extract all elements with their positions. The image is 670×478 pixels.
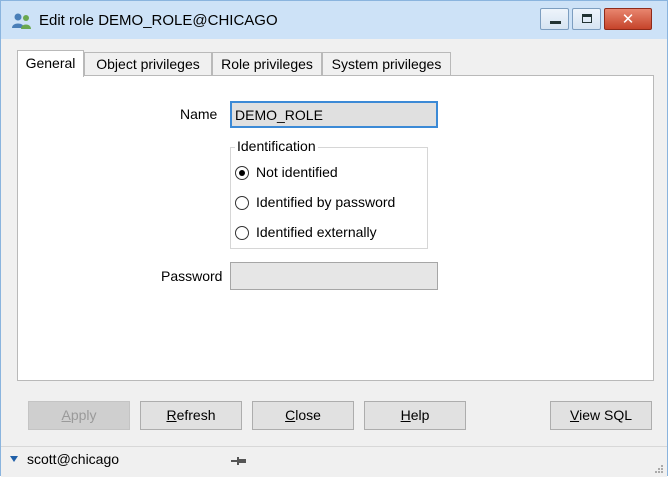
connection-label[interactable]: scott@chicago [27, 451, 119, 467]
view-sql-button[interactable]: View SQL [550, 401, 652, 430]
radio-button-icon [235, 166, 249, 180]
radio-selected-dot [239, 170, 245, 176]
minimize-icon [550, 21, 561, 24]
tab-object-privileges[interactable]: Object privileges [84, 52, 212, 76]
help-button[interactable]: Help [364, 401, 466, 430]
refresh-button[interactable]: Refresh [140, 401, 242, 430]
minimize-button[interactable] [540, 8, 569, 30]
close-button-label: C [285, 407, 296, 423]
password-field[interactable] [230, 262, 438, 290]
title-bar[interactable]: Edit role DEMO_ROLE@CHICAGO ✕ [1, 1, 667, 39]
help-button-label: H [400, 407, 411, 423]
tab-role-privileges[interactable]: Role privileges [212, 52, 322, 76]
maximize-icon [582, 14, 592, 23]
edit-role-window: Edit role DEMO_ROLE@CHICAGO ✕ General Ob… [0, 0, 668, 477]
radio-label: Identified by password [256, 194, 396, 210]
general-panel: Name Identification Not identified Ident… [17, 75, 654, 381]
name-input[interactable] [230, 101, 438, 128]
dropdown-caret-icon[interactable] [10, 456, 18, 462]
identification-title: Identification [235, 138, 318, 154]
role-users-icon [12, 13, 31, 29]
tab-system-privileges[interactable]: System privileges [322, 52, 451, 76]
identification-group: Identification Not identified Identified… [230, 138, 428, 249]
tab-general[interactable]: General [17, 50, 84, 77]
maximize-button[interactable] [572, 8, 601, 30]
view-sql-button-label: V [569, 407, 580, 423]
close-icon: ✕ [621, 10, 635, 28]
radio-label: Identified externally [256, 224, 377, 240]
apply-button-label: A [61, 407, 71, 423]
pin-icon[interactable] [231, 456, 247, 466]
status-bar: scott@chicago [1, 446, 667, 477]
password-label: Password [161, 268, 223, 284]
name-label: Name [180, 106, 218, 122]
close-window-button[interactable]: ✕ [604, 8, 652, 30]
radio-button-icon [235, 196, 249, 210]
radio-label: Not identified [256, 164, 338, 180]
refresh-button-label: R [166, 407, 177, 423]
apply-button[interactable]: Apply [28, 401, 130, 430]
resize-grip-icon[interactable] [653, 463, 663, 473]
window-title: Edit role DEMO_ROLE@CHICAGO [39, 12, 278, 29]
radio-button-icon [235, 226, 249, 240]
close-button[interactable]: Close [252, 401, 354, 430]
